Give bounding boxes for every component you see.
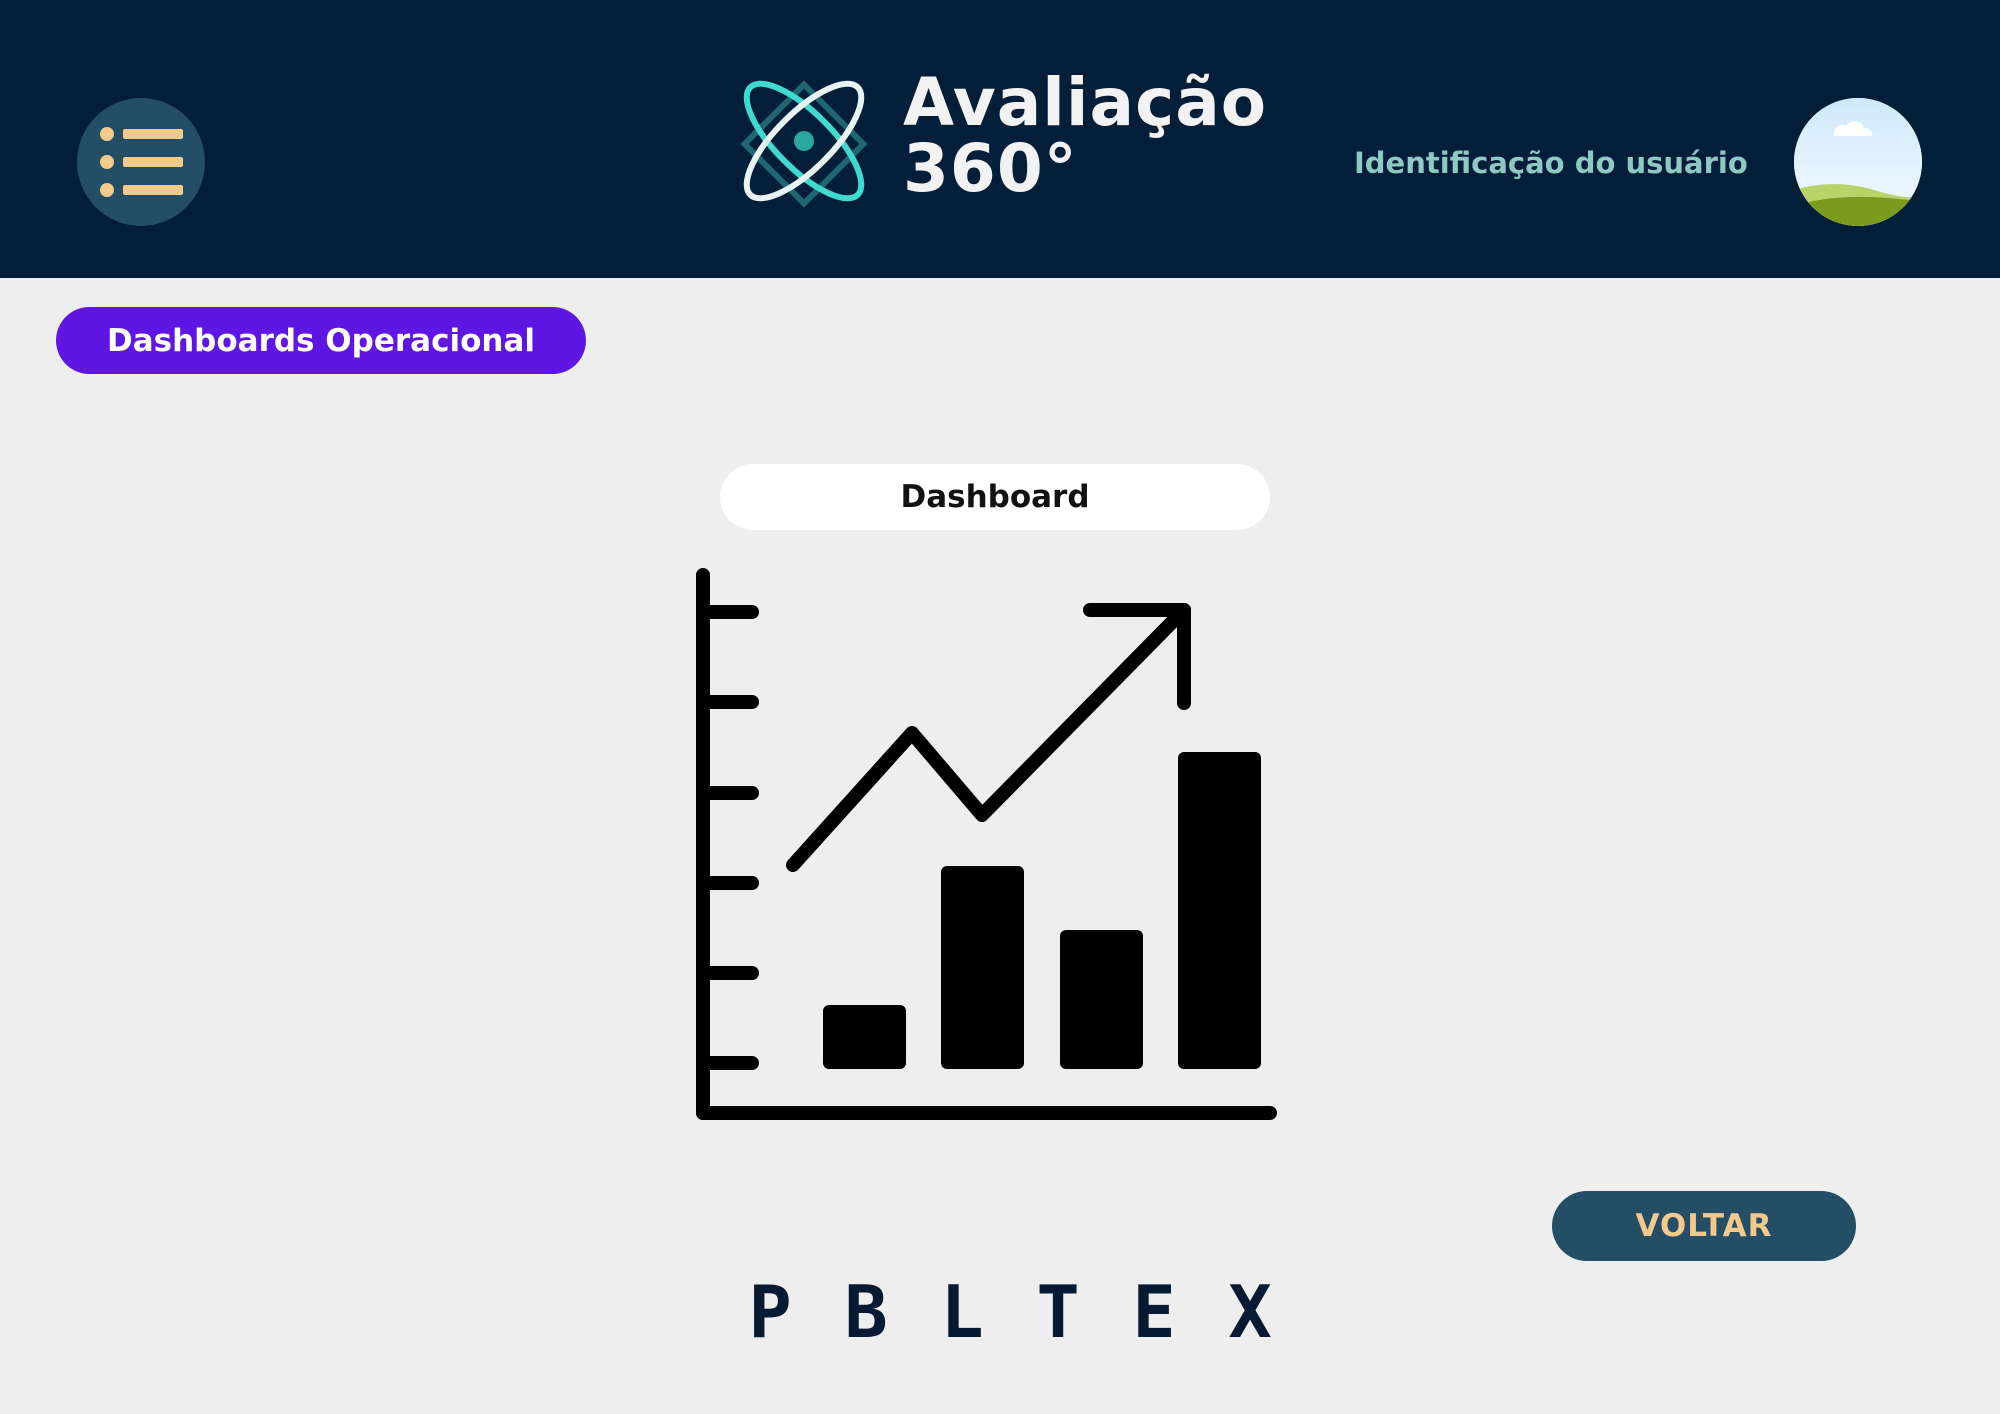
brand-letter: P	[748, 1270, 792, 1354]
dashboard-label[interactable]: Dashboard	[720, 464, 1270, 530]
landscape-avatar-icon	[1794, 98, 1922, 226]
top-header: Avaliação 360° Identificação do usuário	[0, 0, 2000, 278]
list-icon	[100, 127, 183, 197]
app-title-line2: 360°	[903, 130, 1078, 207]
section-title-pill: Dashboards Operacional	[56, 307, 586, 374]
app-title-line1: Avaliação	[903, 64, 1268, 141]
atom-icon	[740, 80, 868, 208]
brand-letter: T	[1036, 1270, 1080, 1354]
brand-letter: B	[844, 1270, 888, 1354]
brand-letter: X	[1228, 1270, 1272, 1354]
brand-logo: P B L T E X	[740, 1270, 1280, 1354]
avatar[interactable]	[1794, 98, 1922, 226]
user-identification-label[interactable]: Identificação do usuário	[1354, 146, 1748, 180]
app-title: Avaliação 360°	[903, 70, 1267, 202]
back-button[interactable]: VOLTAR	[1552, 1191, 1856, 1261]
growth-chart-icon[interactable]	[690, 565, 1280, 1125]
brand-letter: E	[1132, 1270, 1176, 1354]
brand-letter: L	[940, 1270, 984, 1354]
menu-button[interactable]	[77, 98, 205, 226]
